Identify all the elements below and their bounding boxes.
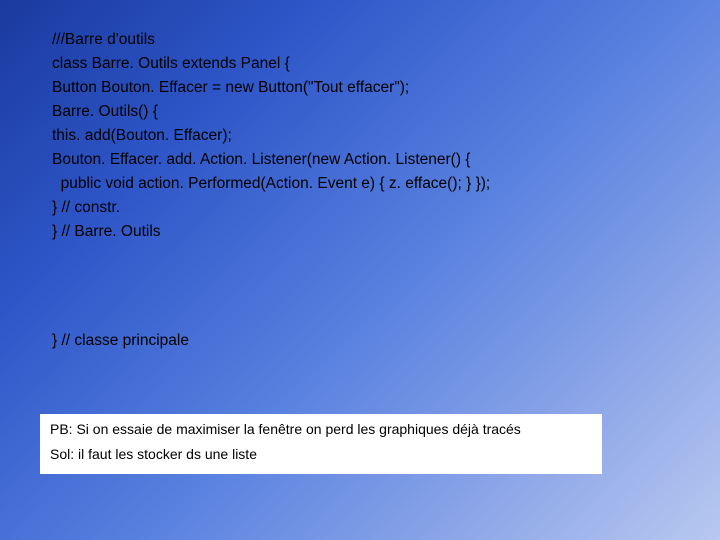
- code-line-4: Barre. Outils() {: [52, 100, 668, 124]
- code-line-3: Button Bouton. Effacer = new Button("Tou…: [52, 76, 668, 100]
- note-sol: Sol: il faut les stocker ds une liste: [50, 445, 592, 464]
- code-line-2: class Barre. Outils extends Panel {: [52, 52, 668, 76]
- note-box: PB: Si on essaie de maximiser la fenêtre…: [40, 414, 602, 474]
- code-line-1: ///Barre d'outils: [52, 28, 668, 52]
- note-pb: PB: Si on essaie de maximiser la fenêtre…: [50, 420, 592, 439]
- closing-line: } // classe principale: [52, 332, 189, 350]
- code-line-8: } // constr.: [52, 196, 668, 220]
- code-line-7: public void action. Performed(Action. Ev…: [52, 172, 668, 196]
- code-line-9: } // Barre. Outils: [52, 220, 668, 244]
- code-line-5: this. add(Bouton. Effacer);: [52, 124, 668, 148]
- code-line-6: Bouton. Effacer. add. Action. Listener(n…: [52, 148, 668, 172]
- slide: ///Barre d'outils class Barre. Outils ex…: [0, 0, 720, 540]
- code-block: ///Barre d'outils class Barre. Outils ex…: [52, 28, 668, 244]
